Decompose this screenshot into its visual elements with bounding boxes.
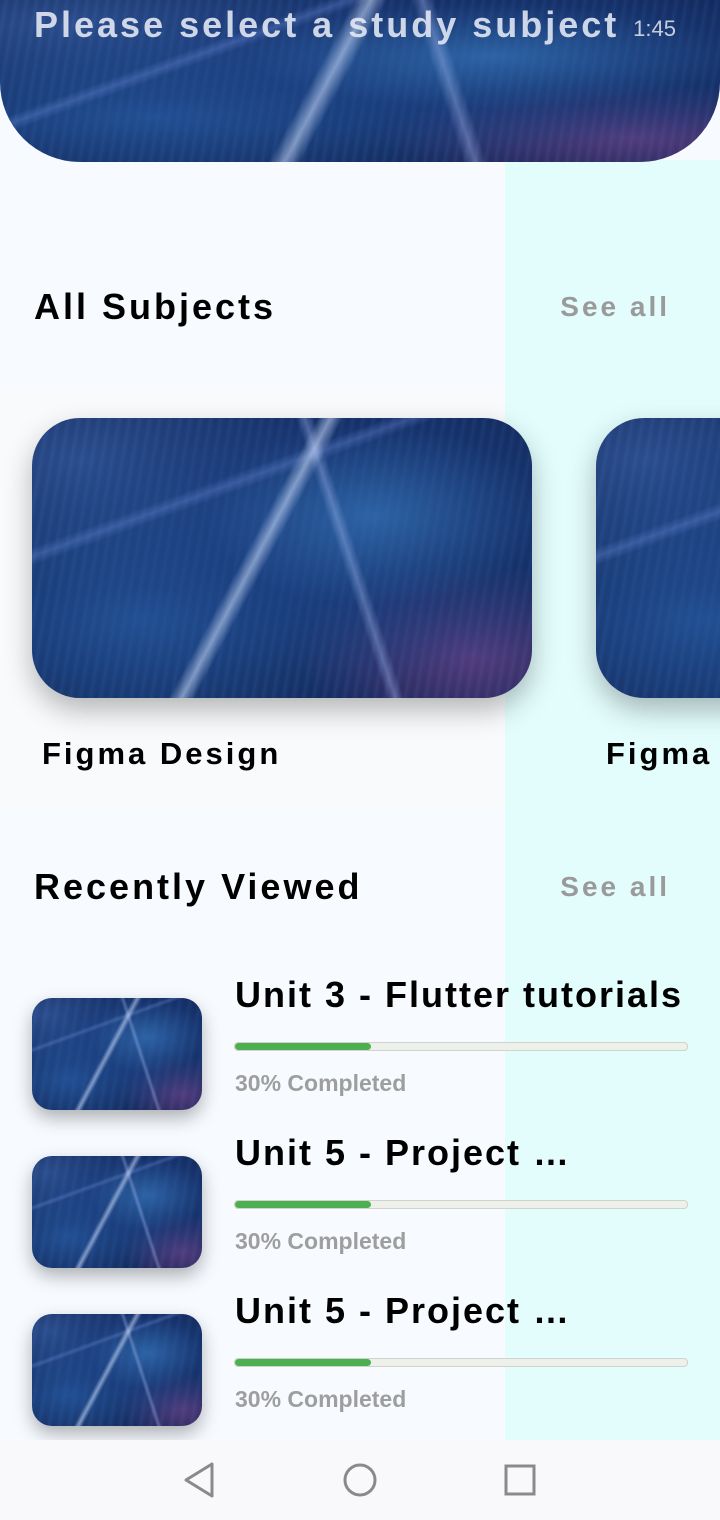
recent-list-item[interactable]: Unit 5 - Project … 30% Completed [0, 1290, 720, 1442]
recent-item-thumbnail [32, 1314, 202, 1426]
app-screen: 1:45 Please select a study subject All S… [0, 0, 720, 1520]
all-subjects-see-all-link[interactable]: See all [560, 291, 670, 323]
subject-thumbnail [596, 418, 720, 698]
recent-item-title: Unit 3 - Flutter tutorials [235, 974, 683, 1015]
recent-item-title: Unit 5 - Project … [235, 1290, 572, 1331]
progress-bar [234, 1042, 688, 1051]
subject-card-label: Figma [606, 736, 713, 771]
progress-label: 30% Completed [235, 1228, 407, 1254]
progress-label: 30% Completed [235, 1386, 407, 1412]
page-title: Please select a study subject [34, 4, 620, 45]
recent-item-title: Unit 5 - Project … [235, 1132, 572, 1173]
recent-item-thumbnail [32, 998, 202, 1110]
recent-list-item[interactable]: Unit 5 - Project … 30% Completed [0, 1132, 720, 1284]
subject-card[interactable]: Figma Design [32, 418, 532, 771]
recent-list-item[interactable]: Unit 3 - Flutter tutorials 30% Completed [0, 974, 720, 1126]
progress-bar [234, 1358, 688, 1367]
progress-bar-fill [235, 1359, 371, 1366]
subject-card-label: Figma Design [42, 736, 282, 771]
recently-viewed-see-all-link[interactable]: See all [560, 871, 670, 903]
circle-home-icon[interactable] [340, 1460, 380, 1500]
progress-bar-fill [235, 1201, 371, 1208]
progress-bar-fill [235, 1043, 371, 1050]
system-nav-bar [0, 1440, 720, 1520]
status-time: 1:45 [633, 16, 676, 41]
square-recents-icon[interactable] [500, 1460, 540, 1500]
triangle-back-icon[interactable] [180, 1460, 220, 1500]
progress-label: 30% Completed [235, 1070, 407, 1096]
header-banner: 1:45 Please select a study subject [0, 0, 720, 162]
subject-card[interactable]: Figma [596, 418, 720, 771]
recent-item-thumbnail [32, 1156, 202, 1268]
recently-viewed-heading: Recently Viewed [34, 866, 363, 907]
all-subjects-heading: All Subjects [34, 286, 277, 327]
subject-thumbnail [32, 418, 532, 698]
progress-bar [234, 1200, 688, 1209]
